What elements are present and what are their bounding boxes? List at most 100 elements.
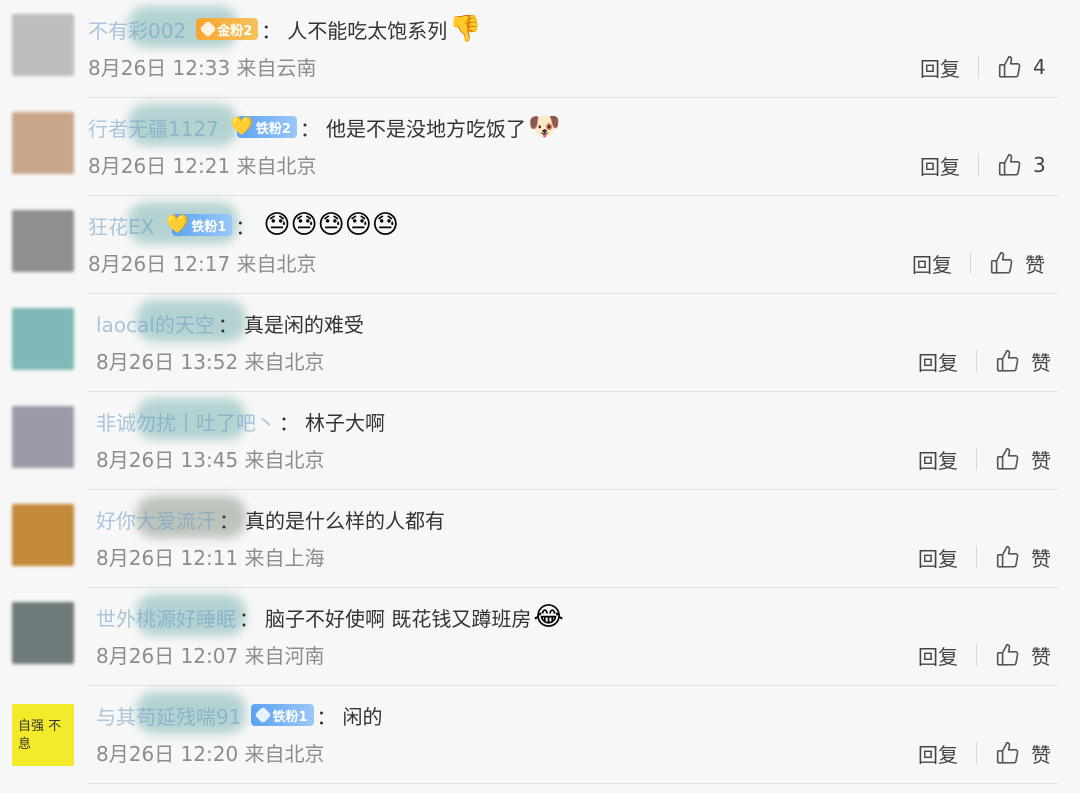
- comment-meta: 8月26日 12:07 来自河南: [96, 640, 325, 669]
- fan-badge[interactable]: 💛 铁粉1: [166, 214, 233, 236]
- thumbs-up-icon: [995, 740, 1021, 766]
- like-button[interactable]: 赞: [995, 445, 1051, 474]
- avatar[interactable]: [12, 210, 74, 272]
- comment-actions: 回复 4: [920, 52, 1049, 82]
- comment-meta: 8月26日 13:52 来自北京: [96, 346, 325, 375]
- comment-line: 好你大爱流汗：真的是什么样的人都有: [96, 502, 445, 536]
- username-link[interactable]: 非诚勿扰丨吐了吧丶: [96, 407, 276, 436]
- username-link[interactable]: 好你大爱流汗: [96, 505, 216, 534]
- comment-line: laocal的天空：真是闲的难受: [96, 306, 364, 340]
- divider: [970, 252, 971, 274]
- emoji-icon: 👎: [449, 14, 482, 44]
- diamond-icon: [199, 20, 217, 38]
- location: 来自北京: [236, 252, 317, 276]
- reply-button[interactable]: 回复: [918, 347, 958, 376]
- location: 来自北京: [244, 350, 325, 374]
- username-link[interactable]: 狂花EX: [88, 211, 154, 240]
- comment-actions: 回复 赞: [918, 738, 1051, 768]
- username-link[interactable]: 不有彩002: [88, 15, 186, 44]
- username-link[interactable]: 世外桃源好睡眠: [96, 603, 236, 632]
- avatar[interactable]: [12, 602, 74, 664]
- comment-item: 行者无疆1127 💛 铁粉2：他是不是没地方吃饭了 🐶 8月26日 12:21 来自北京…: [0, 98, 1080, 196]
- emoji-icon: 🐶: [527, 112, 561, 142]
- fan-badge[interactable]: 💛 铁粉2: [231, 116, 297, 138]
- avatar[interactable]: [12, 112, 74, 174]
- comment-text: 他是不是没地方吃饭了: [325, 116, 526, 141]
- like-button[interactable]: 赞: [995, 347, 1051, 376]
- like-count: 4: [1033, 55, 1046, 79]
- location: 来自北京: [236, 154, 317, 178]
- username-link[interactable]: laocal的天空: [96, 309, 215, 338]
- colon-separator: ：: [261, 18, 282, 43]
- emoji-icon: 😂: [533, 602, 564, 632]
- avatar[interactable]: 自强 不息: [12, 704, 74, 766]
- like-count: 赞: [1031, 546, 1051, 571]
- divider: [978, 154, 979, 176]
- divider: [976, 546, 977, 568]
- comment-meta: 8月26日 12:33 来自云南: [88, 52, 317, 81]
- comment-line: 非诚勿扰丨吐了吧丶：林子大啊: [96, 404, 385, 438]
- timestamp: 8月26日 12:21: [88, 154, 231, 178]
- comment-meta: 8月26日 12:21 来自北京: [88, 150, 317, 179]
- reply-button[interactable]: 回复: [918, 739, 958, 768]
- like-button[interactable]: 4: [997, 54, 1049, 80]
- badge-label: 铁粉1: [272, 709, 308, 725]
- reply-button[interactable]: 回复: [912, 249, 952, 278]
- username-link[interactable]: 与其苟延残喘91: [96, 701, 241, 730]
- reply-button[interactable]: 回复: [918, 445, 958, 474]
- divider: [976, 350, 977, 372]
- comment-item: 自强 不息 与其苟延残喘91 铁粉1 ：闲的 8月26日 12:20 来自北京 回复 赞: [0, 686, 1080, 784]
- location: 来自北京: [244, 742, 325, 766]
- comment-actions: 回复 赞: [918, 444, 1051, 474]
- comment-actions: 回复 赞: [918, 346, 1051, 376]
- reply-button[interactable]: 回复: [918, 641, 958, 670]
- reply-button[interactable]: 回复: [918, 543, 958, 572]
- comment-text: 真是闲的难受: [243, 312, 364, 337]
- colon-separator: ：: [279, 410, 299, 435]
- comment-line: 行者无疆1127 💛 铁粉2：他是不是没地方吃饭了 🐶: [88, 110, 560, 144]
- badge-label: 铁粉2: [255, 121, 291, 137]
- emoji-icon: 😓😓😓😓😓: [263, 210, 399, 240]
- avatar[interactable]: [12, 308, 74, 370]
- timestamp: 8月26日 13:45: [96, 448, 239, 472]
- comment-meta: 8月26日 12:17 来自北京: [88, 248, 317, 277]
- timestamp: 8月26日 12:17: [88, 252, 231, 276]
- colon-separator: ：: [235, 214, 256, 239]
- like-button[interactable]: 赞: [995, 641, 1051, 670]
- like-button[interactable]: 赞: [989, 249, 1045, 278]
- comment-line: 狂花EX 💛 铁粉1： 😓😓😓😓😓: [88, 208, 399, 242]
- avatar[interactable]: [12, 14, 74, 76]
- comment-item: 不有彩002 金粉2 ：人不能吃太饱系列 👎 8月26日 12:33 来自云南 回复 4: [0, 0, 1080, 98]
- thumbs-up-icon: [989, 250, 1015, 276]
- avatar[interactable]: [12, 504, 74, 566]
- divider: [976, 644, 977, 666]
- thumbs-up-icon: [997, 54, 1023, 80]
- like-button[interactable]: 赞: [995, 739, 1051, 768]
- comment-text: 闲的: [342, 704, 383, 729]
- location: 来自上海: [244, 546, 325, 570]
- timestamp: 8月26日 12:33: [88, 56, 231, 80]
- comment-text: 真的是什么样的人都有: [245, 508, 445, 533]
- avatar[interactable]: [12, 406, 74, 468]
- comment-meta: 8月26日 13:45 来自北京: [96, 444, 325, 473]
- reply-button[interactable]: 回复: [920, 53, 960, 82]
- comment-item: laocal的天空：真是闲的难受 8月26日 13:52 来自北京 回复 赞: [0, 294, 1080, 392]
- like-count: 赞: [1031, 644, 1051, 669]
- username-link[interactable]: 行者无疆1127: [88, 113, 219, 142]
- comment-actions: 回复 3: [920, 150, 1049, 180]
- row-divider: [88, 783, 1058, 784]
- reply-button[interactable]: 回复: [920, 151, 960, 180]
- comment-meta: 8月26日 12:11 来自上海: [96, 542, 325, 571]
- fan-badge[interactable]: 铁粉1: [251, 704, 314, 726]
- location: 来自云南: [236, 56, 317, 80]
- fan-badge[interactable]: 金粉2: [196, 18, 259, 40]
- comment-line: 世外桃源好睡眠：脑子不好使啊 既花钱又蹲班房 😂: [96, 600, 564, 634]
- thumbs-up-icon: [995, 348, 1021, 374]
- divider: [976, 742, 977, 764]
- comment-item: 非诚勿扰丨吐了吧丶：林子大啊 8月26日 13:45 来自北京 回复 赞: [0, 392, 1080, 490]
- like-button[interactable]: 赞: [995, 543, 1051, 572]
- colon-separator: ：: [219, 508, 239, 533]
- like-button[interactable]: 3: [997, 152, 1049, 178]
- location: 来自北京: [244, 448, 325, 472]
- like-count: 赞: [1031, 350, 1051, 375]
